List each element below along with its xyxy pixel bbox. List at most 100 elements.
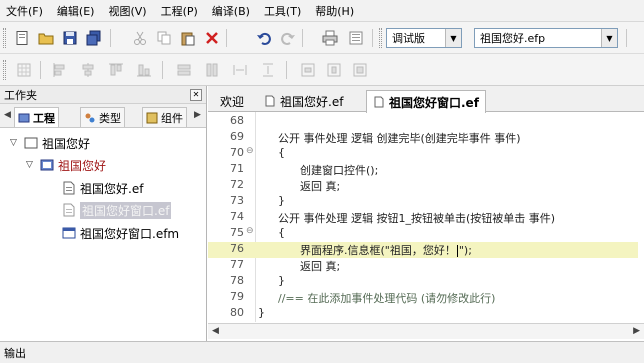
collapse-icon[interactable]: ▽	[10, 138, 24, 148]
code-line[interactable]: 72 返回 真;	[208, 178, 638, 194]
center-horizontal-icon[interactable]	[300, 62, 316, 78]
line-number: 80	[230, 306, 244, 319]
align-top-icon[interactable]	[108, 62, 124, 78]
tab-window-ef-label: 祖国您好窗口.ef	[389, 95, 479, 110]
align-left-icon[interactable]	[52, 62, 68, 78]
toolbar-grip[interactable]	[379, 28, 382, 48]
output-title: 输出	[4, 346, 26, 360]
toolbar-separator	[162, 61, 163, 79]
code-line[interactable]: 71 创建窗口控件();	[208, 162, 638, 178]
align-center-icon[interactable]	[80, 62, 96, 78]
tab-types-label: 类型	[99, 111, 121, 125]
code-line[interactable]: 70 ⊖ {	[208, 146, 638, 162]
toolbar-separator	[372, 29, 373, 47]
tree-file-window-efm[interactable]: 祖国您好窗口.efm	[62, 224, 179, 242]
file-icon	[63, 181, 75, 195]
save-icon[interactable]	[62, 30, 78, 46]
chevron-left-icon[interactable]: ◀	[4, 110, 11, 120]
tab-project-label: 工程	[33, 111, 55, 125]
fold-marker-icon[interactable]: ⊖	[246, 226, 254, 236]
output-panel-header: 输出	[0, 341, 644, 363]
line-number: 72	[230, 178, 244, 191]
layout-toolbar	[0, 54, 644, 86]
solution-icon	[24, 137, 38, 149]
tab-welcome-label: 欢迎	[220, 94, 245, 109]
code-line[interactable]: 78 }	[208, 274, 638, 290]
grid-icon[interactable]	[16, 62, 32, 78]
menu-build[interactable]: 编译(B)	[212, 3, 250, 19]
line-number: 69	[230, 130, 244, 143]
code-line[interactable]: 75 ⊖ {	[208, 226, 638, 242]
menu-project[interactable]: 工程(P)	[161, 3, 198, 19]
toolbar-separator	[110, 29, 111, 47]
scroll-right-icon[interactable]: ▶	[633, 326, 640, 336]
chevron-right-icon[interactable]: ▶	[194, 110, 201, 120]
close-icon[interactable]: ✕	[190, 89, 202, 101]
fold-marker-icon[interactable]: ⊖	[246, 146, 254, 156]
build-mode-select[interactable]: 调试版 ▼	[386, 28, 462, 48]
new-file-icon[interactable]	[14, 30, 30, 46]
align-bottom-icon[interactable]	[136, 62, 152, 78]
code-editor: 欢迎 祖国您好.ef 祖国您好窗口.ef 68 69 公开 事件处理 逻辑 创建…	[208, 86, 644, 341]
copy-icon[interactable]	[156, 30, 172, 46]
code-text: 公开 事件处理 逻辑 按钮1_按钮被单击(按钮被单击 事件)	[278, 212, 556, 225]
menu-tools[interactable]: 工具(T)	[264, 3, 301, 19]
code-line[interactable]: 73 }	[208, 194, 638, 210]
toolbar-separator	[626, 29, 627, 47]
toolbar-grip[interactable]	[3, 28, 6, 48]
toolbar-grip[interactable]	[3, 60, 6, 80]
code-line[interactable]: 69 公开 事件处理 逻辑 创建完毕(创建完毕事件 事件)	[208, 130, 638, 146]
tree-file-window-ef[interactable]: 祖国您好窗口.ef	[62, 201, 172, 219]
tab-order-icon[interactable]	[352, 62, 368, 78]
code-line[interactable]: 77 返回 真;	[208, 258, 638, 274]
chevron-down-icon[interactable]: ▼	[601, 29, 617, 47]
code-text-after-caret: ");	[458, 244, 472, 257]
menu-help[interactable]: 帮助(H)	[315, 3, 354, 19]
delete-icon[interactable]	[204, 30, 220, 46]
code-line-current[interactable]: 76 界面程序.信息框("祖国，您好！ ");	[208, 242, 638, 258]
scroll-left-icon[interactable]: ◀	[212, 326, 219, 336]
tab-project[interactable]: 工程	[14, 107, 59, 127]
code-text: }	[278, 194, 285, 207]
tab-window-ef[interactable]: 祖国您好窗口.ef	[366, 90, 486, 113]
chevron-down-icon[interactable]: ▼	[445, 29, 461, 47]
menu-view[interactable]: 视图(V)	[108, 3, 146, 19]
same-width-icon[interactable]	[176, 62, 192, 78]
code-line[interactable]: 79 //== 在此添加事件处理代码 (请勿修改此行)	[208, 290, 638, 306]
line-number: 76	[230, 242, 244, 255]
line-number: 71	[230, 162, 244, 175]
file-icon	[265, 95, 275, 107]
space-vertical-icon[interactable]	[260, 62, 276, 78]
cut-icon[interactable]	[132, 30, 148, 46]
undo-icon[interactable]	[256, 30, 272, 46]
code-line[interactable]: 80 }	[208, 306, 638, 322]
print-icon[interactable]	[322, 30, 338, 46]
tab-main-ef[interactable]: 祖国您好.ef	[258, 90, 349, 112]
find-icon[interactable]	[348, 30, 364, 46]
space-horizontal-icon[interactable]	[232, 62, 248, 78]
center-vertical-icon[interactable]	[326, 62, 342, 78]
workspace-title: 工作夹	[4, 88, 37, 102]
tab-types[interactable]: 类型	[80, 107, 125, 127]
code-line[interactable]: 68	[208, 114, 638, 130]
paste-icon[interactable]	[180, 30, 196, 46]
workspace-tab-bar: ◀ 工程 类型 组件 ▶	[0, 104, 206, 128]
tree-file-ef[interactable]: 祖国您好.ef	[62, 179, 143, 197]
tab-welcome[interactable]: 欢迎	[214, 90, 250, 112]
tab-components[interactable]: 组件	[142, 107, 187, 127]
collapse-icon[interactable]: ▽	[26, 160, 40, 170]
same-height-icon[interactable]	[204, 62, 220, 78]
toolbar-separator	[286, 61, 287, 79]
code-line[interactable]: 74 公开 事件处理 逻辑 按钮1_按钮被单击(按钮被单击 事件)	[208, 210, 638, 226]
tree-root[interactable]: ▽ 祖国您好	[10, 134, 90, 152]
menu-file[interactable]: 文件(F)	[6, 3, 43, 19]
horizontal-scrollbar[interactable]: ◀ ▶	[208, 323, 644, 339]
save-all-icon[interactable]	[86, 30, 102, 46]
code-comment: //== 在此添加事件处理代码 (请勿修改此行)	[278, 292, 496, 305]
open-folder-icon[interactable]	[38, 30, 54, 46]
project-file-select[interactable]: 祖国您好.efp ▼	[474, 28, 618, 48]
menu-edit[interactable]: 编辑(E)	[57, 3, 95, 19]
tree-project[interactable]: ▽ 祖国您好	[26, 156, 106, 174]
text-caret	[456, 245, 458, 257]
redo-icon[interactable]	[280, 30, 296, 46]
